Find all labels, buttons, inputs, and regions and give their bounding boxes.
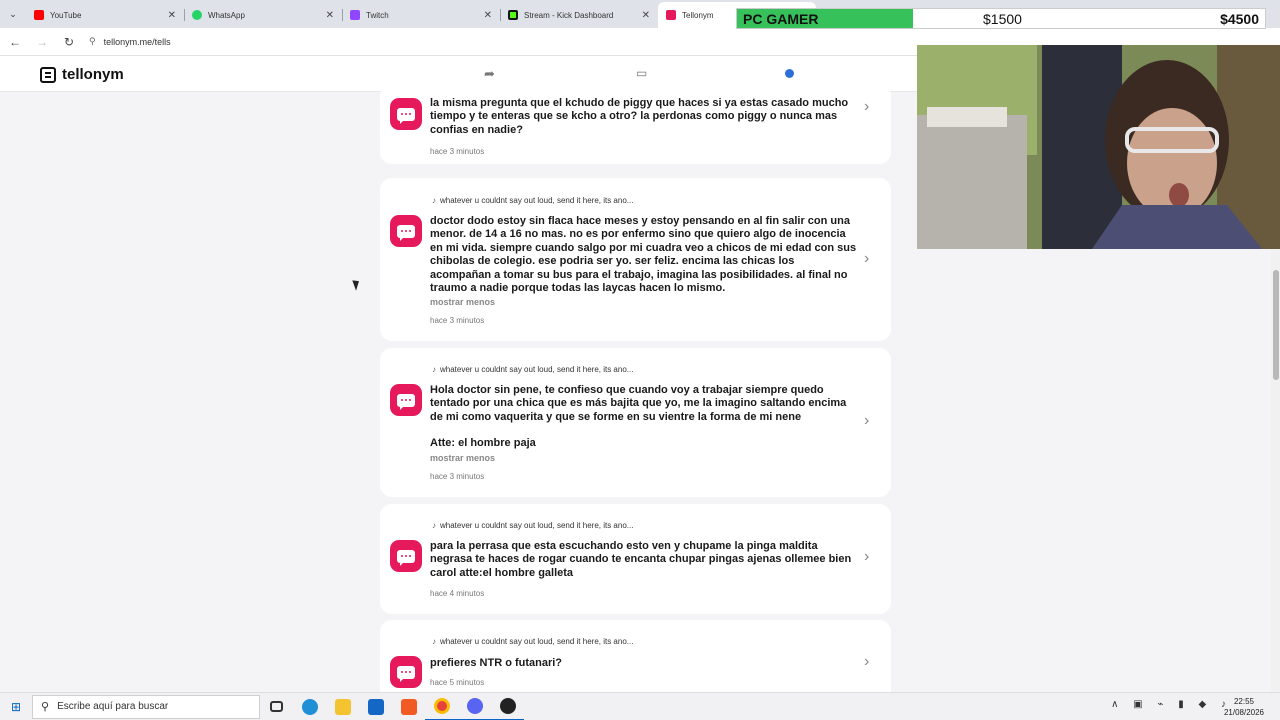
tell-question: prefieres NTR o futanari? xyxy=(430,657,563,669)
tell-question: doctor dodo estoy sin flaca hace meses y… xyxy=(430,215,857,295)
tellonym-icon xyxy=(666,10,676,20)
tell-time: hace 3 minutos xyxy=(430,316,485,325)
tell-time: hace 5 minutos xyxy=(430,678,485,687)
tell-time: hace 3 minutos xyxy=(430,472,485,481)
close-icon[interactable]: ✕ xyxy=(326,10,334,21)
anonymous-avatar xyxy=(390,384,422,416)
site-info-icon[interactable]: ⚲ xyxy=(89,36,96,47)
webcam-image xyxy=(917,45,1280,249)
show-less-link[interactable]: mostrar menos xyxy=(430,297,495,307)
tell-tag: ♪ whatever u couldnt say out loud, send i… xyxy=(432,196,634,205)
back-icon[interactable]: ← xyxy=(3,30,27,54)
tab-title: Twitch xyxy=(366,10,389,20)
anonymous-avatar xyxy=(390,98,422,130)
mouse-cursor xyxy=(352,278,362,291)
clock-time: 22:55 xyxy=(1233,697,1254,706)
twitch-icon xyxy=(350,10,360,20)
system-tray[interactable]: ∧ ▣ ⌁ ▮ ◆ ♪ xyxy=(1111,699,1232,710)
url-text: tellonym.me/tells xyxy=(103,36,171,47)
reload-icon[interactable]: ↻ xyxy=(57,30,81,54)
search-icon: ⚲ xyxy=(41,701,50,713)
tell-time: hace 4 minutos xyxy=(430,589,485,598)
tab-whatsapp[interactable]: WhatsApp ✕ xyxy=(184,2,342,28)
anonymous-avatar xyxy=(390,656,422,688)
chevron-right-icon[interactable]: › xyxy=(864,548,869,566)
windows-taskbar: ⊞ ⚲ Escribe aquí para buscar ∧ ▣ ⌁ ▮ ◆ ♪… xyxy=(0,692,1280,720)
close-icon[interactable]: ✕ xyxy=(484,10,492,21)
tell-card[interactable]: ♪ whatever u couldnt say out loud, send i… xyxy=(380,348,891,497)
anonymous-avatar xyxy=(390,215,422,247)
scrollbar-thumb[interactable] xyxy=(1273,270,1279,380)
forward-icon[interactable]: → xyxy=(30,30,54,54)
tell-tag: ♪ whatever u couldnt say out loud, send i… xyxy=(432,637,634,646)
webcam-feed xyxy=(917,45,1280,249)
brave-icon[interactable] xyxy=(392,693,425,720)
address-bar[interactable]: ⚲ tellonym.me/tells xyxy=(89,31,929,53)
discord-icon[interactable] xyxy=(458,693,491,720)
tell-card[interactable]: ♪ whatever u couldnt say out loud, send i… xyxy=(380,504,891,614)
chrome-icon[interactable] xyxy=(425,693,458,720)
music-note-icon: ♪ xyxy=(432,365,436,374)
tab-twitch[interactable]: Twitch ✕ xyxy=(342,2,500,28)
whatsapp-icon xyxy=(192,10,202,20)
close-icon[interactable]: ✕ xyxy=(168,10,176,21)
chevron-right-icon[interactable]: › xyxy=(864,98,869,116)
music-note-icon: ♪ xyxy=(432,521,436,530)
tell-tag: ♪ whatever u couldnt say out loud, send i… xyxy=(432,521,634,530)
tell-question: para la perrasa que esta escuchando esto… xyxy=(430,540,852,579)
file-explorer-icon[interactable] xyxy=(326,693,359,720)
show-less-link[interactable]: mostrar menos xyxy=(430,453,495,463)
windows-start-icon[interactable]: ⊞ xyxy=(0,693,32,720)
clock-date: 21/08/2026 xyxy=(1223,708,1264,717)
search-placeholder: Escribe aquí para buscar xyxy=(57,701,169,712)
tell-question: la misma pregunta que el kchudo de piggy… xyxy=(430,97,849,136)
tab-title: Stream - Kick Dashboard xyxy=(524,10,614,20)
tell-time: hace 3 minutos xyxy=(430,147,485,156)
obs-icon[interactable] xyxy=(491,693,524,720)
anonymous-avatar xyxy=(390,540,422,572)
tab-youtube[interactable]: YouTube ✕ xyxy=(26,2,184,28)
goal-title: PC GAMER xyxy=(743,11,819,27)
music-note-icon: ♪ xyxy=(432,637,436,646)
tell-card[interactable]: la misma pregunta que el kchudo de piggy… xyxy=(380,84,891,164)
tellonym-logo[interactable]: tellonym xyxy=(40,66,124,83)
tab-search-icon[interactable]: ⌄ xyxy=(0,0,26,28)
chevron-right-icon[interactable]: › xyxy=(864,250,869,268)
chevron-right-icon[interactable]: › xyxy=(864,412,869,430)
tab-kick[interactable]: Stream - Kick Dashboard ✕ xyxy=(500,2,658,28)
youtube-icon xyxy=(34,10,44,20)
tell-signature: Atte: el hombre paja xyxy=(430,437,536,449)
close-icon[interactable]: ✕ xyxy=(642,10,650,21)
tab-title: YouTube xyxy=(50,10,82,20)
goal-current: $1500 xyxy=(983,11,1022,27)
logo-text: tellonym xyxy=(62,66,124,83)
tab-title: WhatsApp xyxy=(208,10,245,20)
taskbar-clock[interactable]: 22:55 21/08/2026 xyxy=(1224,696,1264,718)
inbox-icon[interactable]: ▭ xyxy=(636,66,647,80)
goal-target: $4500 xyxy=(1220,11,1259,27)
store-icon[interactable] xyxy=(359,693,392,720)
tell-question: Hola doctor sin pene, te confieso que cu… xyxy=(430,384,847,423)
chevron-right-icon[interactable]: › xyxy=(864,653,869,671)
donation-goal-bar: PC GAMER $1500 $4500 xyxy=(736,8,1266,29)
share-icon[interactable]: ➦ xyxy=(484,66,495,82)
tell-tag: ♪ whatever u couldnt say out loud, send i… xyxy=(432,365,634,374)
taskbar-search-box[interactable]: ⚲ Escribe aquí para buscar xyxy=(32,694,260,719)
tell-card[interactable]: ♪ whatever u couldnt say out loud, send i… xyxy=(380,178,891,341)
task-view-icon[interactable] xyxy=(260,693,293,720)
music-note-icon: ♪ xyxy=(432,196,436,205)
profile-icon[interactable] xyxy=(785,69,794,78)
kick-icon xyxy=(508,10,518,20)
edge-icon[interactable] xyxy=(293,693,326,720)
tellonym-logo-icon xyxy=(40,66,56,83)
